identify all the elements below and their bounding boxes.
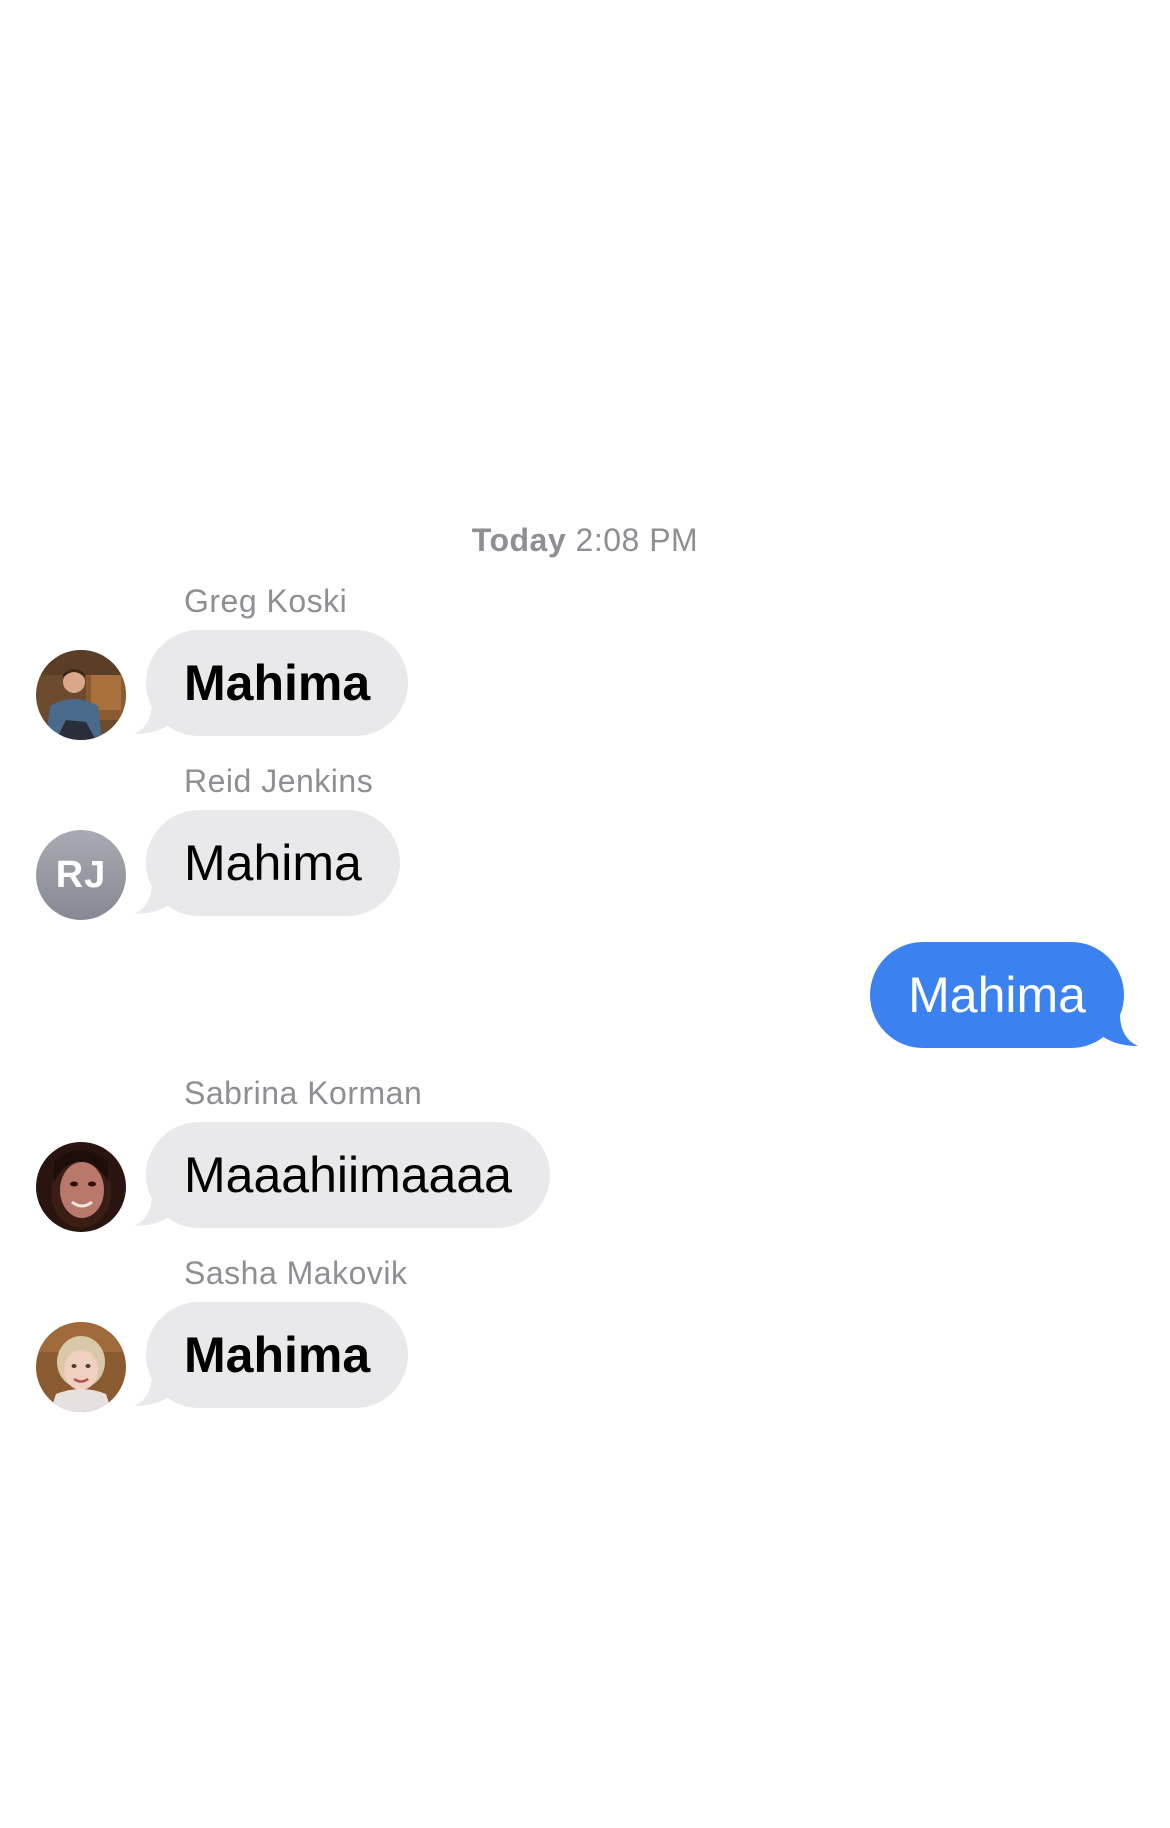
message-text: Mahima xyxy=(184,655,371,711)
conversation-timestamp: Today 2:08 PM xyxy=(0,522,1170,559)
photo-woman-blonde-icon xyxy=(36,1322,126,1412)
bubble-tail xyxy=(1102,1014,1138,1046)
bubble-tail xyxy=(134,702,170,734)
message-bubble[interactable]: Mahima xyxy=(146,810,400,916)
message-text: Mahima xyxy=(184,1327,371,1383)
photo-man-icon xyxy=(36,650,126,740)
message-text: Maaahiimaaaa xyxy=(184,1147,512,1203)
avatar[interactable] xyxy=(36,1322,126,1412)
bubble-tail xyxy=(134,1374,170,1406)
bubble-tail xyxy=(134,882,170,914)
message-text: Mahima xyxy=(908,967,1086,1023)
sender-name: Sabrina Korman xyxy=(184,1075,423,1111)
bubble-tail xyxy=(134,1194,170,1226)
outgoing-message-bubble[interactable]: Mahima xyxy=(870,942,1124,1048)
avatar[interactable] xyxy=(36,1142,126,1232)
avatar[interactable]: RJ xyxy=(36,830,126,920)
sender-name: Reid Jenkins xyxy=(184,763,374,799)
sender-name: Sasha Makovik xyxy=(184,1255,408,1291)
avatar[interactable] xyxy=(36,650,126,740)
avatar-initials: RJ xyxy=(55,853,107,896)
sender-name: Greg Koski xyxy=(184,583,348,619)
timestamp-day: Today xyxy=(471,522,567,558)
message-text: Mahima xyxy=(184,835,362,891)
timestamp-time: 2:08 PM xyxy=(575,522,699,558)
message-bubble[interactable]: Mahima xyxy=(146,1302,409,1408)
message-bubble[interactable]: Maaahiimaaaa xyxy=(146,1122,550,1228)
message-bubble[interactable]: Mahima xyxy=(146,630,409,736)
photo-woman-icon xyxy=(36,1142,126,1232)
